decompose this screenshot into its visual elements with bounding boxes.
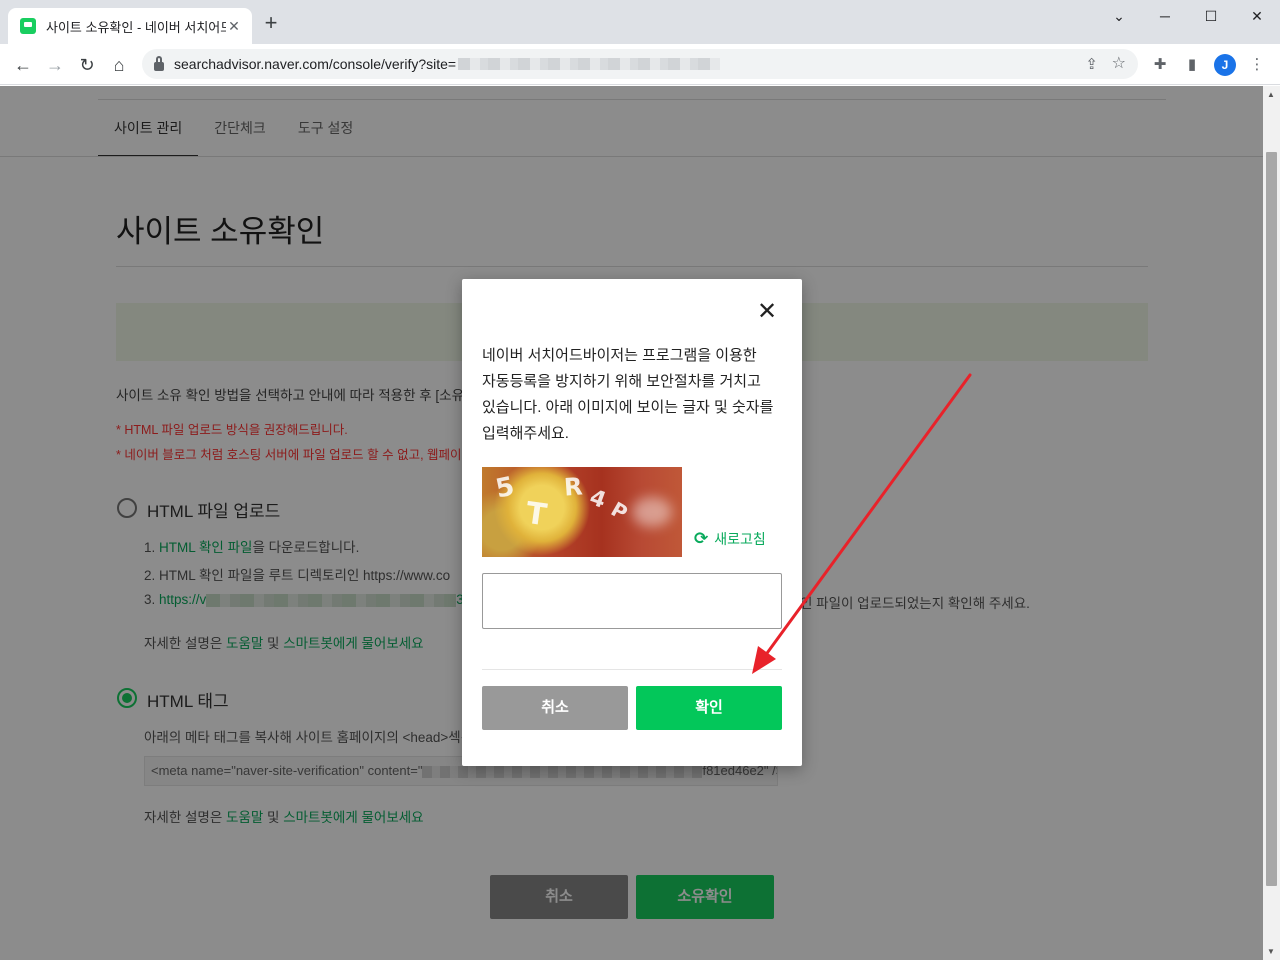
profile-avatar[interactable]: J: [1214, 54, 1236, 76]
browser-toolbar: ← → ↻ ⌂ searchadvisor.naver.com/console/…: [0, 44, 1280, 85]
modal-confirm-button[interactable]: 확인: [636, 686, 782, 730]
captcha-input[interactable]: [482, 573, 782, 629]
naver-favicon-icon: [20, 18, 36, 34]
captcha-image: 5 T R 4 P: [482, 467, 682, 557]
scroll-down-icon[interactable]: ▼: [1267, 947, 1275, 956]
address-url: searchadvisor.naver.com/console/verify?s…: [174, 56, 457, 72]
back-icon[interactable]: ←: [10, 52, 36, 78]
refresh-label: 새로고침: [714, 531, 766, 547]
maximize-button[interactable]: ☐: [1188, 4, 1234, 28]
extensions-icon[interactable]: ✚: [1150, 55, 1170, 75]
captcha-char: T: [523, 495, 549, 534]
captcha-char: R: [563, 472, 584, 502]
scrollbar-thumb[interactable]: [1266, 152, 1277, 886]
window-close-button[interactable]: ✕: [1234, 4, 1280, 28]
menu-kebab-icon[interactable]: ⋮: [1247, 55, 1267, 75]
refresh-icon: ⟳: [694, 529, 709, 548]
address-bar[interactable]: searchadvisor.naver.com/console/verify?s…: [142, 49, 1138, 79]
browser-tab-bar: 사이트 소유확인 - 네이버 서치어드바이저 ✕ + ⌄ ─ ☐ ✕: [0, 0, 1280, 44]
divider: [482, 669, 782, 670]
captcha-char: P: [606, 496, 632, 526]
captcha-modal: ✕ 네이버 서치어드바이저는 프로그램을 이용한 자동등록을 방지하기 위해 보…: [462, 279, 802, 766]
side-panel-icon[interactable]: ▮: [1182, 55, 1202, 75]
modal-cancel-button[interactable]: 취소: [482, 686, 628, 730]
captcha-shine: [632, 497, 672, 527]
redacted-url-part: [458, 58, 721, 70]
tab-title: 사이트 소유확인 - 네이버 서치어드바이저: [46, 19, 226, 35]
browser-tab[interactable]: 사이트 소유확인 - 네이버 서치어드바이저 ✕: [8, 8, 252, 44]
bookmark-star-icon[interactable]: ☆: [1112, 53, 1126, 73]
new-tab-button[interactable]: +: [260, 12, 282, 34]
captcha-instructions: 네이버 서치어드바이저는 프로그램을 이용한 자동등록을 방지하기 위해 보안절…: [482, 347, 774, 442]
tab-close-icon[interactable]: ✕: [226, 18, 242, 35]
home-icon[interactable]: ⌂: [106, 52, 132, 78]
captcha-char: 4: [586, 485, 610, 514]
captcha-refresh-button[interactable]: ⟳ 새로고침: [694, 529, 766, 549]
tab-search-icon[interactable]: ⌄: [1096, 4, 1142, 28]
minimize-button[interactable]: ─: [1142, 4, 1188, 28]
captcha-char: 5: [493, 471, 518, 505]
reload-icon[interactable]: ↻: [74, 52, 100, 78]
page-scrollbar[interactable]: ▲ ▼: [1263, 86, 1280, 960]
scroll-up-icon[interactable]: ▲: [1267, 90, 1275, 99]
lock-icon: [154, 56, 164, 71]
forward-icon[interactable]: →: [42, 52, 68, 78]
close-icon[interactable]: ✕: [756, 300, 778, 324]
share-icon[interactable]: ⇪: [1085, 55, 1098, 73]
